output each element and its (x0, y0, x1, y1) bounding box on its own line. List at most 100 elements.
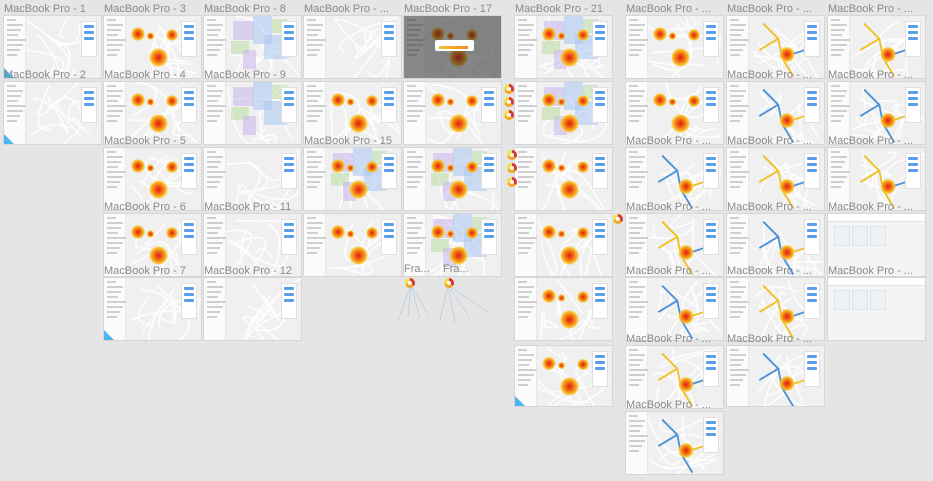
artboard-frame[interactable]: MacBook Pro - ... (727, 333, 824, 406)
donut-chart-widget[interactable] (504, 110, 514, 120)
artboard-frame[interactable]: MacBook Pro - ... (828, 265, 925, 340)
artboard-label[interactable]: MacBook Pro - 8 (204, 3, 301, 15)
artboard-content (626, 412, 723, 474)
artboard-label[interactable]: MacBook Pro - ... (727, 3, 824, 15)
sidebar-text-line (730, 115, 744, 117)
artboard-frame[interactable]: MacBook Pro - 9 (204, 69, 301, 144)
artboard-label[interactable]: MacBook Pro - ... (626, 3, 723, 15)
artboard-frame[interactable]: MacBook Pro - ... (626, 3, 723, 78)
artboard-frame[interactable]: MacBook Pro - ... (304, 3, 401, 78)
donut-chart-widget[interactable] (507, 177, 517, 187)
panel-button (284, 163, 294, 166)
artboard-frame[interactable]: MacBook Pro - 7 (104, 265, 201, 340)
artboard-label[interactable]: MacBook Pro - 6 (104, 201, 201, 213)
artboard-label[interactable]: MacBook Pro - ... (727, 333, 824, 345)
artboard-label[interactable]: MacBook Pro - 5 (104, 135, 201, 147)
panel-button (908, 25, 918, 28)
artboard-frame[interactable]: MacBook Pro - 15 (304, 135, 401, 210)
app-sidebar (515, 148, 538, 210)
artboard-label[interactable]: MacBook Pro - ... (828, 69, 925, 81)
artboard-label[interactable]: MacBook Pro - 9 (204, 69, 301, 81)
sidebar-text-line (518, 156, 535, 158)
panel-button (595, 169, 605, 172)
donut-chart-widget[interactable] (504, 97, 514, 107)
sidebar-text-line (730, 227, 744, 229)
artboard-label[interactable]: MacBook Pro - 4 (104, 69, 201, 81)
sidebar-text-line (518, 316, 529, 318)
sidebar-text-line (831, 24, 848, 26)
panel-button (908, 31, 918, 34)
sidebar-text-line (307, 95, 321, 97)
filter-panel (703, 417, 719, 453)
artboard-frame[interactable] (515, 278, 612, 340)
panel-button (595, 31, 605, 34)
artboard-frame[interactable]: MacBook Pro - ... (727, 265, 824, 340)
design-canvas[interactable]: MacBook Pro - 1 MacBook Pro - 2 MacBook Pr… (0, 0, 933, 481)
artboard-label[interactable]: MacBook Pro - 21 (515, 3, 612, 15)
artboard-label[interactable]: MacBook Pro - 2 (4, 69, 101, 81)
artboard-label[interactable]: MacBook Pro - 17 (404, 3, 501, 15)
filter-panel (804, 351, 820, 387)
artboard-frame[interactable] (515, 148, 612, 210)
artboard-label[interactable]: MacBook Pro - 1 (4, 3, 101, 15)
artboard-label[interactable]: MacBook Pro - ... (626, 135, 723, 147)
artboard-label[interactable]: MacBook Pro - 3 (104, 3, 201, 15)
panel-button (807, 229, 817, 232)
heatmap-hotspot (688, 29, 700, 41)
fragment-label[interactable]: Fra... (404, 263, 444, 275)
sidebar-text-line (730, 369, 749, 371)
artboard-label[interactable]: MacBook Pro - ... (828, 201, 925, 213)
heatmap-hotspot (542, 27, 556, 41)
sidebar-text-line (518, 354, 535, 356)
donut-chart-widget[interactable] (507, 163, 517, 173)
fragment-frame[interactable]: Fra... (404, 263, 430, 290)
artboard-label[interactable]: MacBook Pro - ... (828, 3, 925, 15)
artboard-label[interactable]: MacBook Pro - 7 (104, 265, 201, 277)
filter-panel (703, 87, 719, 123)
artboard-label[interactable]: MacBook Pro - ... (626, 333, 723, 345)
artboard-label[interactable]: MacBook Pro - ... (304, 3, 401, 15)
artboard-frame[interactable] (515, 346, 612, 406)
fragment-frame[interactable]: Fra... (443, 263, 469, 290)
artboard-frame[interactable] (404, 148, 501, 210)
donut-chart-widget[interactable] (504, 84, 514, 94)
artboard-label[interactable]: MacBook Pro - 15 (304, 135, 401, 147)
artboard-content (204, 278, 301, 340)
sidebar-text-line (307, 171, 326, 173)
artboard-frame[interactable] (304, 214, 401, 276)
artboard-frame[interactable] (515, 214, 612, 276)
artboard-label[interactable]: MacBook Pro - ... (727, 69, 824, 81)
artboard-frame[interactable] (515, 82, 612, 144)
sidebar-text-line (107, 301, 126, 303)
artboard-label[interactable]: MacBook Pro - ... (828, 265, 925, 277)
artboard-label[interactable]: MacBook Pro - ... (727, 135, 824, 147)
sidebar-text-line (518, 110, 534, 112)
artboard-frame[interactable]: MacBook Pro - 2 (4, 69, 101, 144)
artboard-frame[interactable]: MacBook Pro - ... (626, 399, 723, 474)
artboard-label[interactable]: MacBook Pro - ... (828, 135, 925, 147)
heatmap-hotspot (331, 159, 345, 173)
artboard-label[interactable]: MacBook Pro - ... (727, 265, 824, 277)
donut-chart-widget[interactable] (613, 214, 623, 224)
modal-dialog[interactable] (435, 39, 474, 51)
panel-button (384, 157, 394, 160)
fragment-label[interactable]: Fra... (443, 263, 483, 275)
artboard-frame[interactable]: MacBook Pro - 21 (515, 3, 612, 78)
artboard-frame[interactable]: MacBook Pro - 12 (204, 265, 301, 340)
panel-button (595, 223, 605, 226)
donut-chart-widget[interactable] (507, 150, 517, 160)
sidebar-text-line (107, 171, 126, 173)
artboard-label[interactable]: MacBook Pro - 11 (204, 201, 301, 213)
panel-button (807, 367, 817, 370)
sidebar-text-line (831, 151, 840, 153)
artboard-label[interactable]: MacBook Pro - ... (626, 201, 723, 213)
artboard-label[interactable]: MacBook Pro - ... (626, 399, 723, 411)
panel-button (908, 157, 918, 160)
artboard-label[interactable]: MacBook Pro - ... (626, 265, 723, 277)
sidebar-text-line (107, 186, 118, 188)
artboard-frame[interactable]: MacBook Pro - ... (626, 265, 723, 340)
artboard-frame[interactable]: MacBook Pro - 18 (404, 69, 501, 144)
artboard-label[interactable]: MacBook Pro - 12 (204, 265, 301, 277)
artboard-label[interactable]: MacBook Pro - ... (727, 201, 824, 213)
artboard-label[interactable]: MacBook Pro - 18 (404, 69, 501, 81)
